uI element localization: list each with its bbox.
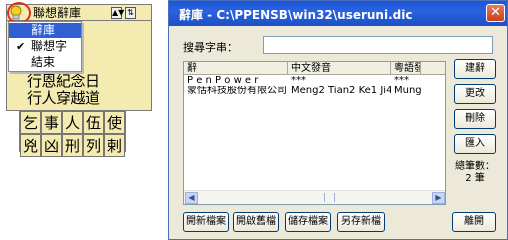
modify-button[interactable]: 更改 [454,84,496,104]
char-cell[interactable]: 事 [41,111,62,134]
cell-mandarin: Meng2 Tian2 Ke1 Ji4 Gu3 ... [291,86,391,96]
word-count: 總筆數： 2 筆 [455,161,495,185]
dictionary-dialog: 辭庫 - C:\PPENSB\win32\useruni.dic ✕ 搜尋字串：… [168,0,508,240]
cell-word: 蒙恬科技股份有限公司 [187,86,287,96]
ime-dropdown-menu: 辭庫 ✔ 聯想字 結束 [8,21,82,72]
ime-mode-title[interactable]: 聯想辭庫 [33,6,81,20]
scroll-right-icon[interactable]: ▶ [432,192,445,204]
column-header-mandarin[interactable]: 中文發音 [288,62,391,75]
search-label: 搜尋字串： [183,41,238,54]
associated-char-grid: 乞 事 人 伍 使 兇 凶 刑 列 剌 [19,110,126,157]
menu-item-associated-words[interactable]: ✔ 聯想字 [9,39,81,54]
char-cell[interactable]: 乞 [20,111,41,134]
cell-cantonese: Mung [394,86,421,96]
char-cell[interactable]: 兇 [20,134,41,157]
close-icon: ✕ [490,5,501,20]
ime-toolbar: 聯想辭庫 ▲▼ ⇅ [6,2,152,24]
column-header-word[interactable]: 辭 [184,62,288,75]
column-header-cantonese[interactable]: 粵語發 [391,62,421,75]
scroll-thumb[interactable] [324,193,335,202]
new-file-button[interactable]: 開新檔案 [183,212,229,232]
checkmark-icon: ✔ [16,40,26,53]
save-as-button[interactable]: 另存新檔 [337,212,385,232]
menu-item-dictionary[interactable]: 辭庫 [9,23,81,38]
menu-item-label: 結束 [31,55,56,69]
table-row[interactable]: 蒙恬科技股份有限公司 Meng2 Tian2 Ke1 Ji4 Gu3 ... M… [184,86,445,96]
char-cell[interactable]: 凶 [41,134,62,157]
table-row[interactable]: P e n P o w e r *** *** [184,76,445,86]
char-cell[interactable]: 伍 [83,111,104,134]
menu-item-exit[interactable]: 結束 [9,55,81,70]
exit-button[interactable]: 離開 [452,212,496,232]
candidate-line[interactable]: 行恩紀念日 [27,73,100,89]
char-cell[interactable]: 人 [62,111,83,134]
save-file-button[interactable]: 儲存檔案 [285,212,331,232]
horizontal-scrollbar[interactable]: ◀ ▶ [184,190,445,204]
word-count-label: 總筆數： [455,161,495,172]
cell-cantonese: *** [394,76,409,86]
delete-button[interactable]: 刪除 [454,109,496,129]
char-cell[interactable]: 刑 [62,134,83,157]
candidate-line[interactable]: 行人穿越道 [27,90,100,106]
open-file-button[interactable]: 開啟舊檔 [233,212,279,232]
word-list: 辭 中文發音 粵語發 P e n P o w e r *** *** 蒙恬科技股… [183,61,446,205]
menu-item-label: 辭庫 [31,23,56,37]
list-header: 辭 中文發音 粵語發 [184,62,445,75]
word-count-value: 2 筆 [465,173,485,184]
search-input[interactable] [263,36,493,54]
title-bar[interactable]: 辭庫 - C:\PPENSB\win32\useruni.dic ✕ [169,1,507,26]
import-button[interactable]: 匯入 [454,134,496,154]
char-cell[interactable]: 剌 [104,134,125,157]
scroll-left-icon[interactable]: ◀ [185,192,198,204]
close-button[interactable]: ✕ [486,4,505,22]
window-title: 辭庫 - C:\PPENSB\win32\useruni.dic [179,8,413,22]
create-word-button[interactable]: 建辭 [454,59,496,79]
sort-up-down-button[interactable]: ▲▼ [111,7,124,19]
cell-word: P e n P o w e r [187,76,259,86]
scroll-button[interactable]: ⇅ [125,7,136,19]
menu-item-label: 聯想字 [31,39,68,53]
char-cell[interactable]: 使 [104,111,125,134]
char-cell[interactable]: 列 [83,134,104,157]
cell-mandarin: *** [291,76,306,86]
